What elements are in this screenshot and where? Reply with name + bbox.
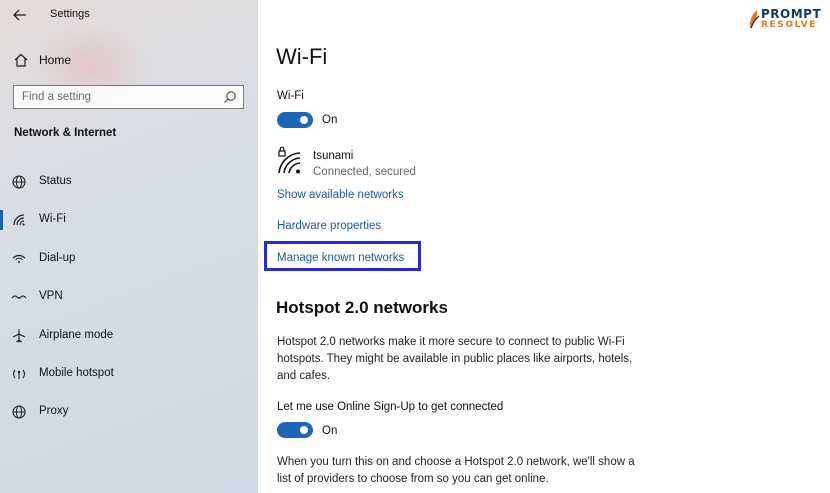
home-icon [14,53,28,67]
sidebar-item-label: VPN [39,290,63,302]
airplane-icon [12,329,26,343]
wifi-icon [13,214,25,226]
description-line: hotspots. They might be available in pub… [277,353,633,365]
back-button[interactable] [8,4,32,26]
logo-text-primary: PROMPT [761,7,822,21]
hotspot-icon [12,369,26,379]
globe-icon [12,175,26,189]
sidebar-item-label: Dial-up [39,252,76,264]
sidebar-item-vpn[interactable]: VPN [0,282,258,312]
globe-icon [12,405,26,419]
active-indicator [0,210,3,230]
section-title: Network & Internet [14,127,117,139]
sidebar-item-dial-up[interactable]: Dial-up [0,244,258,274]
sidebar-item-label: Wi-Fi [39,213,66,225]
sidebar: Settings Home Network & Internet Status [0,0,258,493]
hardware-properties-link[interactable]: Hardware properties [277,220,381,232]
signup-description: When you turn this on and choose a Hotsp… [277,454,637,488]
wifi-toggle-label: Wi-Fi [277,90,304,102]
hotspot-section-title: Hotspot 2.0 networks [276,298,448,317]
search-box[interactable] [13,85,244,109]
online-signup-toggle-state: On [322,425,338,437]
toggle-knob [300,116,308,124]
title-bar: Settings [0,0,258,30]
secured-wifi-icon [278,146,301,174]
logo-text-secondary: RESOLVE [761,20,818,30]
sidebar-item-wifi[interactable]: Wi-Fi [0,205,258,235]
sidebar-item-label: Proxy [39,405,69,417]
toggle-knob [300,426,308,434]
app-title: Settings [50,8,90,20]
sidebar-item-status[interactable]: Status [0,167,258,197]
search-input[interactable] [14,86,219,108]
watermark-logo: PROMPT RESOLVE [748,6,828,32]
sidebar-item-airplane-mode[interactable]: Airplane mode [0,321,258,351]
show-available-networks-link[interactable]: Show available networks [277,189,404,201]
hotspot-description: Hotspot 2.0 networks make it more secure… [277,334,637,385]
page-title: Wi-Fi [276,44,328,69]
description-line: list of providers to choose from so you … [277,473,549,485]
sidebar-item-home[interactable]: Home [0,46,258,74]
online-signup-toggle[interactable] [277,422,313,438]
description-line: and cafes. [277,370,331,382]
logo-mark-icon [749,10,760,29]
sidebar-item-label: Mobile hotspot [39,367,114,379]
back-arrow-icon [13,9,26,21]
phone-icon [12,254,26,263]
content-pane: PROMPT RESOLVE Wi-Fi Wi-Fi On tsunami Co… [258,0,830,493]
search-icon[interactable] [223,90,237,104]
wifi-toggle[interactable] [277,112,313,128]
description-line: When you turn this on and choose a Hotsp… [277,456,635,468]
sidebar-item-label: Airplane mode [39,329,114,341]
network-status: Connected, secured [313,166,416,178]
vpn-icon [11,295,27,299]
online-signup-label: Let me use Online Sign-Up to get connect… [277,401,504,413]
wifi-toggle-state: On [322,114,338,126]
manage-known-networks-link[interactable]: Manage known networks [277,252,404,264]
network-name[interactable]: tsunami [313,150,353,162]
sidebar-item-label: Home [39,53,72,67]
sidebar-item-label: Status [39,175,72,187]
sidebar-item-proxy[interactable]: Proxy [0,397,258,427]
description-line: Hotspot 2.0 networks make it more secure… [277,336,625,348]
sidebar-item-mobile-hotspot[interactable]: Mobile hotspot [0,359,258,389]
